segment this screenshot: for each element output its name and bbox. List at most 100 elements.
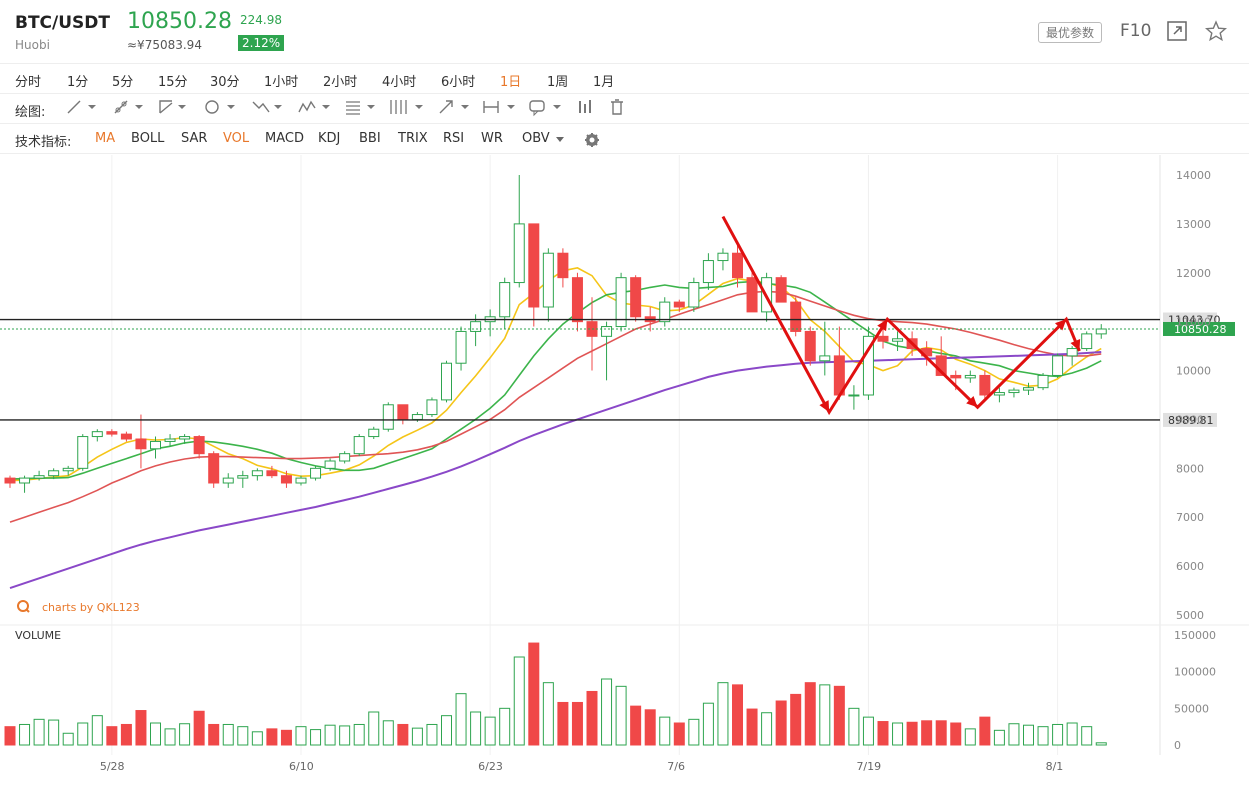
volume-tick-label: 150000 — [1174, 629, 1216, 642]
volume-bar — [368, 711, 380, 746]
line-tool-icon[interactable] — [67, 100, 96, 114]
candle-body — [601, 326, 613, 337]
candle-body — [426, 399, 438, 416]
volume-bar — [892, 722, 904, 746]
fib-tool-icon[interactable] — [346, 101, 375, 115]
candle-body — [164, 438, 176, 442]
volume-bar — [4, 726, 16, 746]
indicator-sar[interactable]: SAR — [181, 131, 207, 146]
candle-tool-icon[interactable] — [579, 100, 591, 113]
volume-bar — [280, 729, 292, 746]
angle-tool-icon[interactable] — [159, 100, 186, 114]
last-price: 10850.28 — [127, 9, 232, 34]
period-tab-active[interactable]: 1日 — [500, 71, 521, 90]
candle-body — [1037, 374, 1049, 389]
candle-body — [208, 453, 220, 484]
price-change: 224.98 — [240, 13, 282, 27]
indicator-kdj[interactable]: KDJ — [318, 131, 340, 146]
fullscreen-icon[interactable] — [1166, 20, 1188, 42]
period-tab[interactable]: 1小时 — [264, 71, 298, 90]
candle-body — [571, 277, 583, 323]
price-tick-label: 5000 — [1176, 609, 1204, 622]
zigzag-tool-icon[interactable] — [252, 101, 282, 113]
candle-body — [310, 467, 322, 479]
candle-body — [702, 260, 714, 284]
period-tab[interactable]: 30分 — [210, 71, 240, 90]
volume-bar — [339, 725, 351, 746]
period-tab[interactable]: 2小时 — [323, 71, 357, 90]
volume-bar — [251, 731, 263, 746]
period-tab[interactable]: 6小时 — [441, 71, 475, 90]
kline-chart[interactable]: 11043.708989.8110850.28 5000600070008000… — [0, 155, 1249, 790]
indicator-boll[interactable]: BOLL — [131, 131, 164, 146]
indicator-vol[interactable]: VOL — [223, 131, 249, 146]
volume-bar — [732, 684, 743, 746]
price-change-pct: 2.12% — [238, 35, 285, 51]
period-tab[interactable]: 1月 — [593, 71, 614, 90]
price-tick-label: 8000 — [1176, 462, 1204, 475]
candle-body — [1023, 387, 1034, 391]
indicator-macd[interactable]: MACD — [265, 131, 304, 146]
indicator-wr[interactable]: WR — [481, 131, 503, 146]
arrow-tool-icon[interactable] — [439, 100, 469, 114]
measure-tool-icon[interactable] — [483, 101, 515, 113]
period-tab[interactable]: 1周 — [547, 71, 568, 90]
drawing-tools — [67, 99, 623, 117]
candle-body — [397, 404, 409, 420]
volume-bar — [848, 707, 860, 746]
pattern-tool-icon[interactable] — [298, 100, 330, 113]
indicator-ma[interactable]: MA — [95, 131, 115, 146]
volume-bar — [295, 726, 307, 746]
candle-body — [892, 338, 904, 342]
volume-tick-label: 50000 — [1174, 702, 1209, 715]
date-tick-label: 7/19 — [856, 760, 881, 773]
star-icon[interactable] — [1205, 20, 1227, 42]
volume-bar — [484, 716, 496, 746]
indicator-trix[interactable]: TRIX — [398, 131, 428, 146]
volume-bar — [324, 724, 336, 746]
volume-bar — [761, 712, 773, 746]
symbol-name: BTC/USDT — [15, 13, 110, 33]
volume-bar — [993, 729, 1005, 746]
indicator-rsi[interactable]: RSI — [443, 131, 464, 146]
candle-body — [4, 477, 16, 484]
price-tick-label: 12000 — [1176, 267, 1211, 280]
candle-body — [135, 438, 147, 450]
settings-gear-icon[interactable] — [585, 133, 599, 147]
price-tick-label: 7000 — [1176, 511, 1204, 524]
candle-body — [732, 252, 743, 279]
volume-bar — [150, 722, 161, 746]
chart-area[interactable]: 11043.70 8989.81 10850.28 5000 6000 7000 8000… — [0, 155, 1249, 790]
candle-body — [673, 301, 685, 308]
volume-bar — [48, 719, 60, 746]
period-tab[interactable]: 5分 — [112, 71, 133, 90]
volume-bar — [1066, 722, 1078, 746]
indicator-bbi[interactable]: BBI — [359, 131, 381, 146]
candle-body — [251, 470, 263, 477]
volume-bar — [717, 682, 729, 746]
ray-tool-icon[interactable] — [114, 100, 143, 114]
gann-tool-icon[interactable] — [390, 100, 423, 114]
volume-bar — [441, 715, 452, 746]
circle-tool-icon[interactable] — [205, 100, 235, 114]
volume-bar — [208, 723, 220, 746]
trash-icon[interactable] — [611, 99, 623, 115]
optimal-params-button[interactable]: 最优参数 — [1038, 22, 1103, 43]
volume-bar — [19, 723, 31, 746]
candle-body — [528, 223, 540, 308]
f10-button[interactable]: F10 — [1120, 21, 1151, 41]
volume-bar — [120, 723, 132, 746]
period-tab[interactable]: 1分 — [67, 71, 88, 90]
period-tab[interactable]: 分时 — [15, 71, 41, 90]
drawing-label: 绘图: — [15, 105, 46, 120]
indicator-obv[interactable]: OBV — [522, 131, 550, 146]
period-tab[interactable]: 4小时 — [382, 71, 416, 90]
volume-bar — [1023, 724, 1034, 746]
period-tab[interactable]: 15分 — [158, 71, 188, 90]
volume-bar — [877, 721, 889, 746]
volume-bar — [601, 678, 613, 746]
comment-tool-icon[interactable] — [529, 100, 561, 117]
volume-bar — [557, 701, 569, 746]
chevron-down-icon[interactable] — [556, 137, 564, 142]
candle-body — [1095, 328, 1107, 335]
